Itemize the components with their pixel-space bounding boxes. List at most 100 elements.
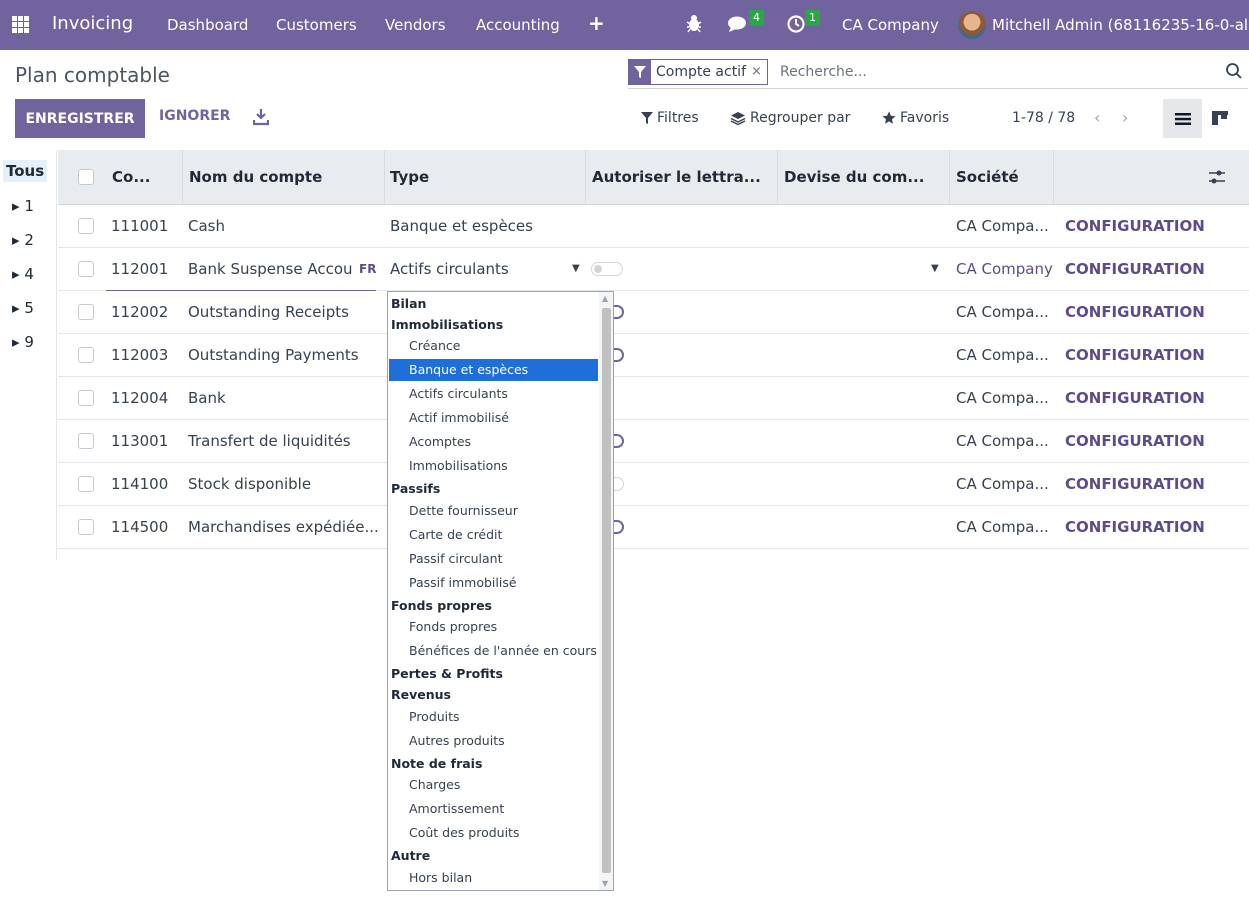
dropdown-option[interactable]: Carte de crédit [409,527,502,542]
configuration-button[interactable]: CONFIGURATION [1065,205,1205,248]
filters-button[interactable]: Filtres [641,110,699,126]
menu-vendors[interactable]: Vendors [385,16,446,34]
reconcile-toggle[interactable] [614,477,624,491]
configuration-button[interactable]: CONFIGURATION [1065,291,1205,334]
kanban-view-icon[interactable] [1210,109,1230,129]
dropdown-option[interactable]: Autres produits [409,733,505,748]
dropdown-option[interactable]: Charges [409,777,460,792]
row-checkbox[interactable] [78,347,94,363]
reconcile-toggle[interactable] [591,262,623,276]
dropdown-option[interactable]: Immobilisations [409,458,508,473]
account-type-select[interactable]: Actifs circulants [390,248,509,291]
table-row[interactable]: 112003 Outstanding Payments CA Compa... … [58,334,1249,377]
row-checkbox[interactable] [78,304,94,320]
search-input[interactable] [780,60,1210,84]
menu-customers[interactable]: Customers [276,16,357,34]
dropdown-option[interactable]: Créance [409,338,460,353]
row-checkbox[interactable] [78,261,94,277]
dropdown-option[interactable]: Passif circulant [409,551,502,566]
save-button[interactable]: ENREGISTRER [15,99,145,138]
dropdown-option[interactable]: Fonds propres [409,619,497,634]
side-panel-group[interactable]: ▸ 4 [12,265,34,283]
pager-value[interactable]: 1-78 / 78 [1012,110,1075,126]
dropdown-option[interactable]: Actif immobilisé [409,410,509,425]
groupby-button[interactable]: Regrouper par [730,110,850,126]
column-header-type[interactable]: Type [390,150,429,205]
scroll-up-icon[interactable]: ▲ [602,294,608,303]
reconcile-toggle[interactable] [614,434,624,448]
pager-next-icon[interactable]: › [1122,108,1128,127]
dropdown-option[interactable]: Coût des produits [409,825,519,840]
column-resize-handle[interactable] [949,150,950,205]
table-row[interactable]: 114500 Marchandises expédiée... CA Compa… [58,506,1249,549]
side-panel-group[interactable]: ▸ 2 [12,231,34,249]
account-type-dropdown[interactable]: Bilan Immobilisations Créance Banque et … [387,291,614,891]
table-row[interactable]: 111001 Cash Banque et espèces CA Compa..… [58,205,1249,248]
account-company-select[interactable]: CA Company [956,248,1056,291]
table-row[interactable]: 112004 Bank CA Compa... CONFIGURATION [58,377,1249,420]
clock-icon[interactable] [786,14,806,34]
configuration-button[interactable]: CONFIGURATION [1065,420,1205,463]
dropdown-option[interactable]: Passif immobilisé [409,575,517,590]
dropdown-scrollbar[interactable]: ▲ ▼ [599,292,613,890]
discard-button[interactable]: IGNORER [159,108,230,124]
dropdown-option[interactable]: Dette fournisseur [409,503,518,518]
app-grid-icon[interactable] [12,16,29,33]
column-resize-handle[interactable] [777,150,778,205]
row-checkbox[interactable] [78,476,94,492]
side-panel-group[interactable]: ▸ 1 [12,197,34,215]
pager-previous-icon[interactable]: ‹ [1094,108,1100,127]
currency-dropdown-caret-icon[interactable]: ▼ [931,263,939,274]
app-name[interactable]: Invoicing [52,13,133,34]
chat-icon[interactable] [727,14,749,34]
column-resize-handle[interactable] [585,150,586,205]
add-menu-button[interactable]: + [588,11,605,35]
dropdown-option-selected[interactable]: Banque et espèces [409,362,528,377]
select-all-checkbox[interactable] [78,169,94,185]
account-name-input[interactable]: Bank Suspense Account [188,248,352,291]
row-checkbox[interactable] [78,390,94,406]
reconcile-toggle[interactable] [614,520,624,534]
column-resize-handle[interactable] [182,150,183,205]
dropdown-option[interactable]: Hors bilan [409,870,472,885]
dropdown-option[interactable]: Amortissement [409,801,504,816]
column-header-currency[interactable]: Devise du com... [784,150,924,205]
configuration-button[interactable]: CONFIGURATION [1065,463,1205,506]
bug-icon[interactable] [686,13,702,33]
company-switcher[interactable]: CA Company [842,16,939,34]
side-panel-group[interactable]: ▸ 5 [12,299,34,317]
dropdown-option[interactable]: Bénéfices de l'année en cours [409,643,597,658]
column-resize-handle[interactable] [1053,150,1054,205]
column-resize-handle[interactable] [384,150,385,205]
column-header-reconcile[interactable]: Autoriser le lettra... [592,150,761,205]
type-dropdown-caret-icon[interactable]: ▼ [572,263,580,274]
row-checkbox[interactable] [78,218,94,234]
table-row-editing[interactable]: 112001 Bank Suspense Account FR Actifs c… [58,248,1249,291]
table-row[interactable]: 113001 Transfert de liquidités CA Compa.… [58,420,1249,463]
user-menu[interactable]: Mitchell Admin (68116235-16-0-all) [992,16,1249,34]
translate-button[interactable]: FR [359,248,376,291]
configuration-button[interactable]: CONFIGURATION [1065,248,1205,291]
configuration-button[interactable]: CONFIGURATION [1065,377,1205,420]
search-icon[interactable] [1225,62,1243,80]
scrollbar-thumb[interactable] [602,308,611,873]
column-header-code[interactable]: Co... [112,150,150,205]
side-panel-all[interactable]: Tous [3,160,48,182]
facet-remove-button[interactable]: × [751,60,767,84]
scroll-down-icon[interactable]: ▼ [602,879,608,888]
column-header-company[interactable]: Société [956,150,1019,205]
user-avatar[interactable] [958,11,986,39]
row-checkbox[interactable] [78,433,94,449]
optional-columns-icon[interactable] [1208,169,1226,185]
dropdown-option[interactable]: Actifs circulants [409,386,508,401]
table-row[interactable]: 112002 Outstanding Receipts CA Compa... … [58,291,1249,334]
favorites-button[interactable]: Favoris [882,110,949,126]
menu-dashboard[interactable]: Dashboard [167,16,248,34]
download-icon[interactable] [253,108,269,126]
menu-accounting[interactable]: Accounting [476,16,560,34]
reconcile-toggle[interactable] [614,348,624,362]
configuration-button[interactable]: CONFIGURATION [1065,334,1205,377]
table-row[interactable]: 114100 Stock disponible CA Compa... CONF… [58,463,1249,506]
dropdown-option[interactable]: Acomptes [409,434,471,449]
dropdown-option[interactable]: Produits [409,709,460,724]
